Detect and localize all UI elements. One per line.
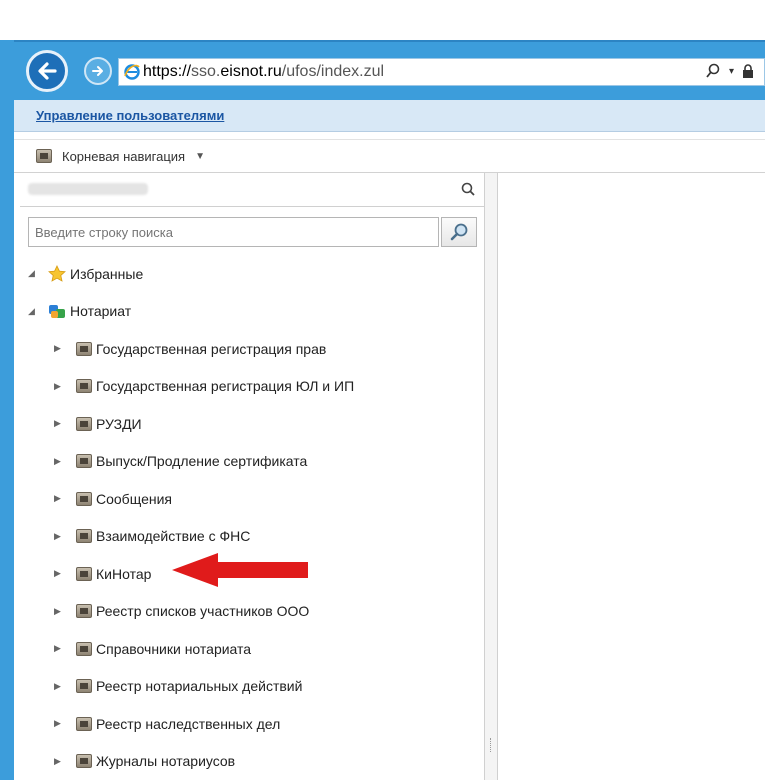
splitter-grip[interactable] — [490, 738, 492, 752]
navigation-tree: ◢ Избранные ◢ Нотариат ▶ Государственная … — [20, 255, 485, 780]
url-protocol: https:// — [143, 63, 192, 80]
tree-node-favorites[interactable]: ◢ Избранные — [20, 255, 485, 293]
tree-toggle-collapsed-icon[interactable]: ▶ — [54, 456, 68, 467]
tree-label: Взаимодействие с ФНС — [96, 528, 251, 545]
internet-explorer-icon — [124, 64, 140, 80]
tree-toggle-collapsed-icon[interactable]: ▶ — [54, 643, 68, 654]
root-navigation-menu[interactable]: Корневая навигация ▼ — [14, 139, 765, 173]
url-host: eisnot.ru — [220, 63, 282, 80]
tree-toggle-collapsed-icon[interactable]: ▶ — [54, 381, 68, 392]
search-input[interactable] — [28, 217, 439, 247]
tree-label: Избранные — [70, 265, 144, 282]
tree-label: Реестр нотариальных действий — [96, 678, 303, 695]
user-management-link[interactable]: Управление пользователями — [36, 108, 224, 123]
tree-label: Справочники нотариата — [96, 640, 252, 657]
folder-icon — [76, 529, 92, 544]
search-button[interactable] — [441, 217, 477, 247]
tree-toggle-expanded-icon[interactable]: ◢ — [28, 268, 42, 279]
folder-icon — [76, 491, 92, 506]
tree-toggle-collapsed-icon[interactable]: ▶ — [54, 343, 68, 354]
folder-icon — [76, 341, 92, 356]
tree-toggle-collapsed-icon[interactable]: ▶ — [54, 418, 68, 429]
tree-node-child[interactable]: ▶ РУЗДИ — [20, 405, 485, 443]
tree-node-child[interactable]: ▶ Сообщения — [20, 480, 485, 518]
tree-label: Реестр списков участников ООО — [96, 603, 310, 620]
tree-toggle-collapsed-icon[interactable]: ▶ — [54, 756, 68, 767]
blurred-filter-text — [28, 183, 148, 195]
tree-toggle-collapsed-icon[interactable]: ▶ — [54, 681, 68, 692]
tree-node-child[interactable]: ▶ Справочники нотариата — [20, 630, 485, 668]
url-path: /ufos/index.zul — [281, 63, 385, 80]
window-edge — [0, 40, 14, 780]
folder-icon — [76, 679, 92, 694]
folder-icon — [36, 149, 52, 163]
tree-toggle-expanded-icon[interactable]: ◢ — [28, 306, 42, 317]
tree-toggle-collapsed-icon[interactable]: ▶ — [54, 606, 68, 617]
search-dropdown-icon[interactable]: ▾ — [729, 66, 734, 77]
tree-node-notary[interactable]: ◢ Нотариат — [20, 293, 485, 331]
magnifier-icon[interactable] — [461, 182, 475, 196]
tree-label: Государственная регистрация ЮЛ и ИП — [96, 378, 355, 395]
tree-label: Выпуск/Продление сертификата — [96, 453, 308, 470]
tree-label: Сообщения — [96, 490, 172, 507]
search-row — [28, 217, 477, 249]
magnifier-icon[interactable] — [705, 63, 721, 79]
tree-label: РУЗДИ — [96, 415, 142, 432]
folder-icon — [76, 754, 92, 769]
star-icon — [48, 264, 66, 282]
folder-icon — [76, 379, 92, 394]
tree-toggle-collapsed-icon[interactable]: ▶ — [54, 718, 68, 729]
tree-node-child[interactable]: ▶ Журналы нотариусов — [20, 743, 485, 780]
tree-node-child[interactable]: ▶ Выпуск/Продление сертификата — [20, 443, 485, 481]
folder-icon — [76, 416, 92, 431]
content-panel — [497, 173, 765, 780]
folder-icon — [76, 604, 92, 619]
tree-label: Журналы нотариусов — [96, 753, 236, 770]
magnifier-icon — [450, 223, 468, 241]
app-header: Управление пользователями — [14, 100, 765, 132]
chevron-down-icon[interactable]: ▼ — [195, 151, 205, 162]
folder-icon — [76, 716, 92, 731]
root-navigation-label[interactable]: Корневая навигация — [62, 149, 185, 164]
forward-button[interactable] — [84, 57, 112, 85]
tree-label: Государственная регистрация прав — [96, 340, 327, 357]
folder-icon — [76, 454, 92, 469]
address-bar[interactable]: https://sso. eisnot.ru/ufos/index.zul ▾ — [118, 58, 765, 86]
navigation-panel: ◢ Избранные ◢ Нотариат ▶ Государственная … — [20, 173, 485, 780]
url-host-prefix: sso. — [191, 63, 221, 80]
back-arrow-icon — [38, 62, 57, 80]
forward-arrow-icon — [92, 66, 103, 76]
lock-icon — [743, 64, 753, 78]
tree-label: Нотариат — [70, 303, 132, 320]
tree-toggle-collapsed-icon[interactable]: ▶ — [54, 568, 68, 579]
tree-node-child[interactable]: ▶ Взаимодействие с ФНС — [20, 518, 485, 556]
folder-icon — [76, 641, 92, 656]
tree-toggle-collapsed-icon[interactable]: ▶ — [54, 531, 68, 542]
tree-label: Реестр наследственных дел — [96, 715, 281, 732]
back-button[interactable] — [26, 50, 68, 92]
folder-icon — [76, 566, 92, 581]
red-annotation-arrow-icon — [172, 553, 308, 587]
tree-label: КиНотар — [96, 565, 152, 582]
tree-node-child[interactable]: ▶ Реестр наследственных дел — [20, 705, 485, 743]
tree-node-child[interactable]: ▶ Государственная регистрация ЮЛ и ИП — [20, 368, 485, 406]
tree-node-child[interactable]: ▶ Реестр списков участников ООО — [20, 593, 485, 631]
panel-splitter[interactable] — [485, 173, 497, 780]
tree-node-child[interactable]: ▶ Реестр нотариальных действий — [20, 668, 485, 706]
tree-toggle-collapsed-icon[interactable]: ▶ — [54, 493, 68, 504]
tree-node-child[interactable]: ▶ Государственная регистрация прав — [20, 330, 485, 368]
notary-icon — [48, 302, 66, 320]
quick-filter[interactable] — [20, 173, 485, 207]
